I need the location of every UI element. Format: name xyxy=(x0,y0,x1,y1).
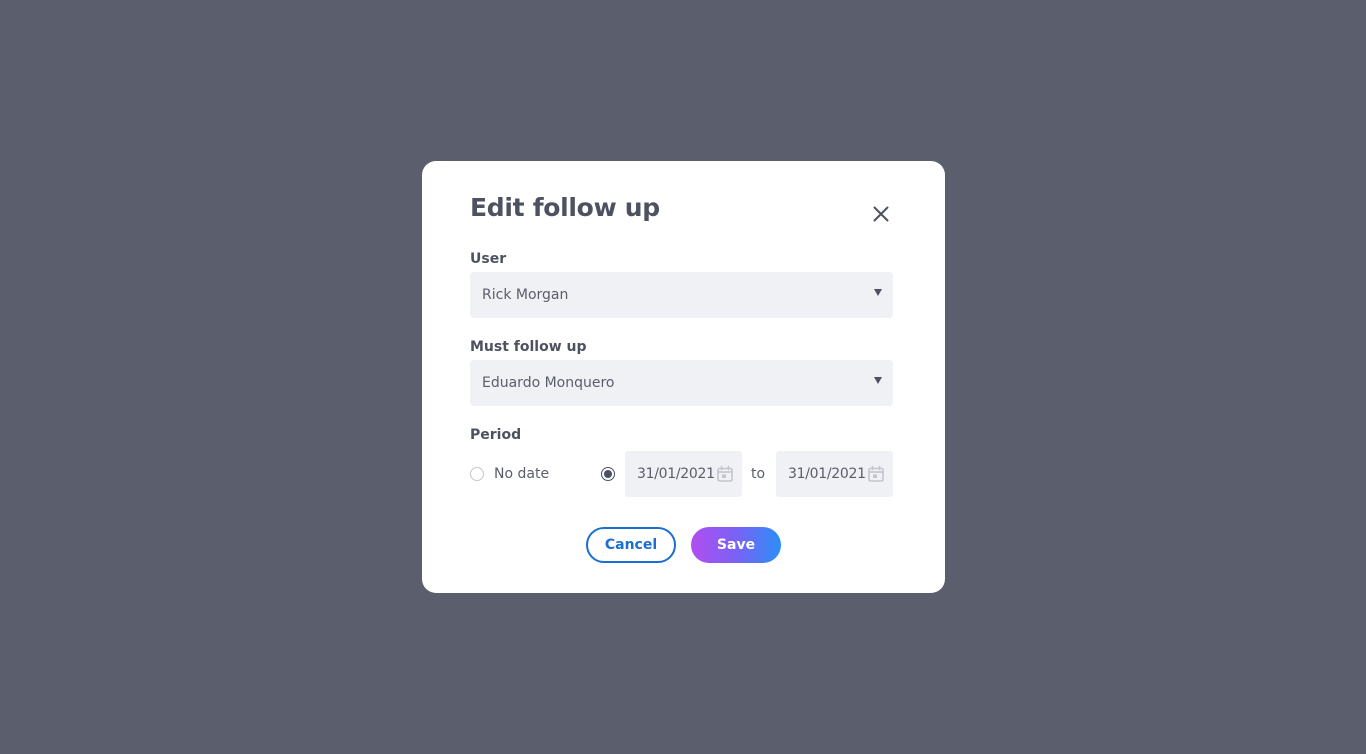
period-label: Period xyxy=(470,427,522,443)
close-icon xyxy=(873,206,889,222)
user-label: User xyxy=(470,251,507,267)
must-follow-up-label: Must follow up xyxy=(470,339,587,355)
to-label: to xyxy=(751,466,766,482)
no-date-radio[interactable] xyxy=(470,467,484,481)
save-button[interactable]: Save xyxy=(691,527,781,563)
user-select-value: Rick Morgan xyxy=(482,287,569,303)
calendar-icon[interactable] xyxy=(867,465,885,483)
must-follow-up-select-value: Eduardo Monquero xyxy=(482,375,615,391)
calendar-icon[interactable] xyxy=(716,465,734,483)
user-select[interactable]: Rick Morgan xyxy=(470,272,893,318)
must-follow-up-select[interactable]: Eduardo Monquero xyxy=(470,360,893,406)
date-range-radio[interactable] xyxy=(601,467,615,481)
start-date-input[interactable]: 31/01/2021 xyxy=(625,451,742,497)
end-date-input[interactable]: 31/01/2021 xyxy=(776,451,893,497)
start-date-value: 31/01/2021 xyxy=(637,466,715,482)
no-date-label: No date xyxy=(494,466,550,482)
dialog-title: Edit follow up xyxy=(470,193,660,222)
close-button[interactable] xyxy=(869,202,893,226)
chevron-down-icon xyxy=(874,377,882,384)
cancel-button[interactable]: Cancel xyxy=(586,527,676,563)
end-date-value: 31/01/2021 xyxy=(788,466,866,482)
chevron-down-icon xyxy=(874,289,882,296)
edit-follow-up-dialog: Edit follow up User Rick Morgan Must fol… xyxy=(422,161,945,593)
